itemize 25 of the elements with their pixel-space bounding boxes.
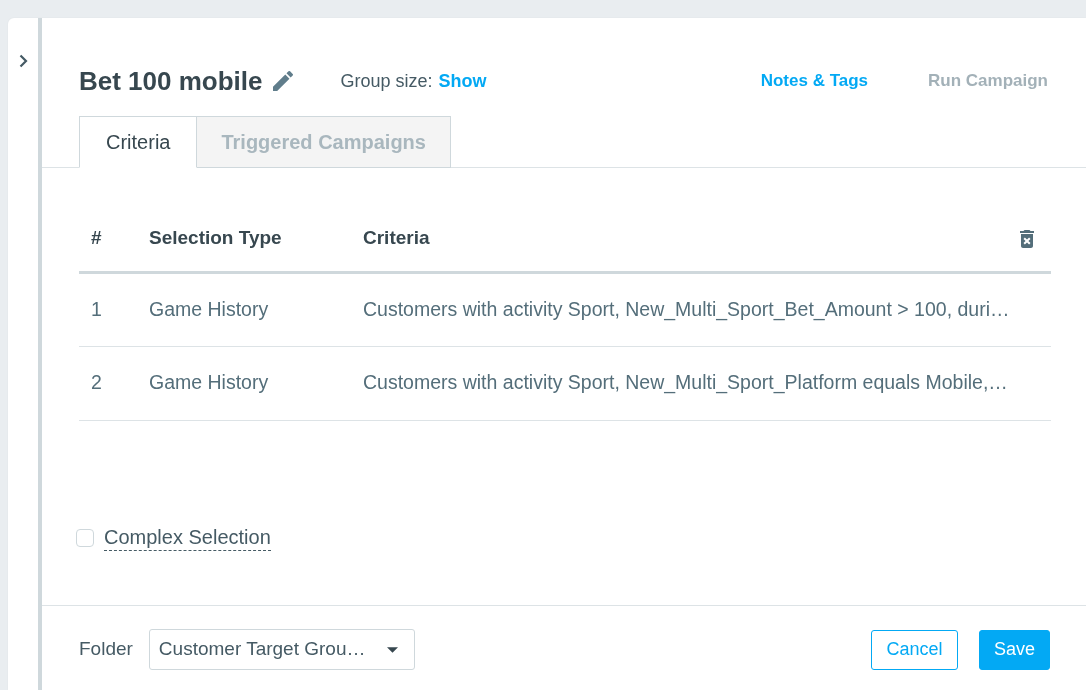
page-title: Bet 100 mobile [79,66,263,96]
tab[interactable]: Triggered Campaigns [197,116,451,168]
save-button[interactable]: Save [979,629,1050,670]
cancel-button[interactable]: Cancel [871,629,958,670]
pencil-icon[interactable] [272,71,293,91]
show-link[interactable]: Show [438,67,487,95]
table-cell: Game History [149,297,269,320]
table-cell: 1 [91,297,102,320]
complex-selection-label[interactable]: Complex Selection [104,524,271,551]
column-header: Criteria [363,227,430,248]
tab[interactable]: Criteria [79,116,198,168]
folder-select[interactable]: Customer Target Grou… [148,629,415,670]
table-cell: Customers with activity Sport, New_Multi_Sport_Platform equals Mobile,… [363,371,1008,394]
table-cell: Game History [149,371,269,394]
column-header: # [91,227,102,248]
column-header: Selection Type [149,227,282,248]
table-cell: 2 [91,371,102,394]
trash-icon[interactable] [1020,230,1034,248]
checkbox[interactable] [76,528,94,547]
table-cell: Customers with activity Sport, New_Multi_Sport_Bet_Amount > 100, duri… [363,297,1010,320]
header-link[interactable]: Notes & Tags [760,68,869,94]
group-size-label: Group size: [340,69,433,93]
chevron-right-icon[interactable] [18,54,28,68]
folder-label: Folder [79,637,133,662]
caret-icon [386,646,398,653]
